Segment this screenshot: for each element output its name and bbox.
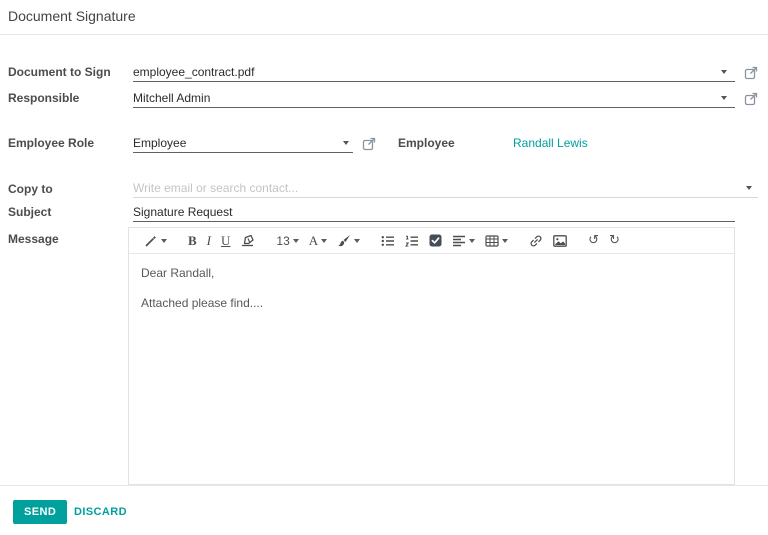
footer-divider (0, 485, 768, 486)
ordered-list-button[interactable] (400, 229, 424, 253)
style-caret-icon (161, 238, 167, 243)
align-dropdown-button[interactable] (447, 229, 480, 253)
align-caret-icon (469, 238, 476, 243)
highlight-color-dropdown-button[interactable] (332, 229, 365, 253)
employee-role-dropdown-caret-icon[interactable] (343, 141, 349, 145)
align-icon (452, 235, 466, 247)
document-to-sign-field (133, 63, 735, 82)
unordered-list-icon (381, 235, 395, 247)
document-signature-dialog: Document Signature Document to Sign Resp… (0, 0, 768, 535)
insert-image-button[interactable] (548, 229, 572, 253)
document-to-sign-external-link-icon[interactable] (744, 66, 758, 80)
message-editor: B I U 13 A ↺ ↻ Dear Randall, Attached pl… (128, 227, 735, 485)
font-size-caret-icon (292, 238, 299, 243)
copy-to-label: Copy to (8, 182, 53, 196)
text-color-caret-icon (321, 238, 328, 243)
underline-button[interactable]: U (216, 229, 235, 253)
image-icon (553, 234, 568, 247)
page-title: Document Signature (8, 8, 136, 24)
message-line-2: Attached please find.... (141, 296, 264, 310)
responsible-dropdown-caret-icon[interactable] (721, 96, 727, 100)
style-dropdown-button[interactable] (139, 229, 172, 253)
responsible-input[interactable] (133, 89, 735, 107)
employee-role-external-link-icon[interactable] (362, 137, 376, 151)
discard-button[interactable]: DISCARD (66, 500, 135, 524)
highlight-caret-icon (354, 238, 361, 243)
table-caret-icon (502, 238, 509, 243)
subject-input[interactable] (133, 203, 735, 221)
document-to-sign-input[interactable] (133, 63, 735, 81)
message-body[interactable]: Dear Randall, Attached please find.... (129, 254, 734, 485)
checklist-icon (429, 234, 442, 247)
ordered-list-icon (405, 235, 419, 247)
responsible-field (133, 89, 735, 108)
subject-label: Subject (8, 205, 52, 219)
eraser-icon (240, 234, 255, 247)
italic-button[interactable]: I (202, 229, 216, 253)
font-size-dropdown-button[interactable]: 13 (271, 229, 303, 253)
header-divider (0, 34, 768, 35)
copy-to-dropdown-caret-icon[interactable] (746, 186, 752, 190)
subject-field (133, 203, 735, 222)
undo-button[interactable]: ↺ (583, 229, 604, 253)
table-dropdown-button[interactable] (480, 229, 513, 253)
message-label: Message (8, 232, 59, 246)
employee-role-input[interactable] (133, 134, 353, 152)
font-size-value: 13 (276, 233, 290, 248)
document-to-sign-dropdown-caret-icon[interactable] (721, 70, 727, 74)
link-icon (529, 234, 543, 248)
unordered-list-button[interactable] (376, 229, 400, 253)
insert-link-button[interactable] (524, 229, 548, 253)
editor-toolbar: B I U 13 A ↺ ↻ (129, 228, 734, 254)
magic-wand-icon (144, 234, 158, 248)
copy-to-input[interactable] (133, 179, 758, 197)
text-color-a-label: A (308, 233, 319, 248)
copy-to-field (133, 179, 758, 198)
responsible-external-link-icon[interactable] (744, 92, 758, 106)
bold-button[interactable]: B (183, 229, 202, 253)
remove-format-button[interactable] (235, 229, 260, 253)
employee-role-field (133, 134, 353, 153)
responsible-label: Responsible (8, 91, 80, 105)
text-color-dropdown-button[interactable]: A (304, 229, 332, 253)
paint-brush-icon (337, 234, 351, 247)
redo-button[interactable]: ↻ (604, 229, 625, 253)
message-line-1: Dear Randall, (141, 266, 215, 280)
table-icon (485, 234, 499, 247)
employee-label: Employee (398, 136, 455, 150)
checklist-button[interactable] (424, 229, 447, 253)
employee-role-label: Employee Role (8, 136, 95, 150)
send-button[interactable]: SEND (13, 500, 68, 524)
employee-value-link[interactable]: Randall Lewis (513, 136, 588, 150)
document-to-sign-label: Document to Sign (8, 65, 111, 79)
